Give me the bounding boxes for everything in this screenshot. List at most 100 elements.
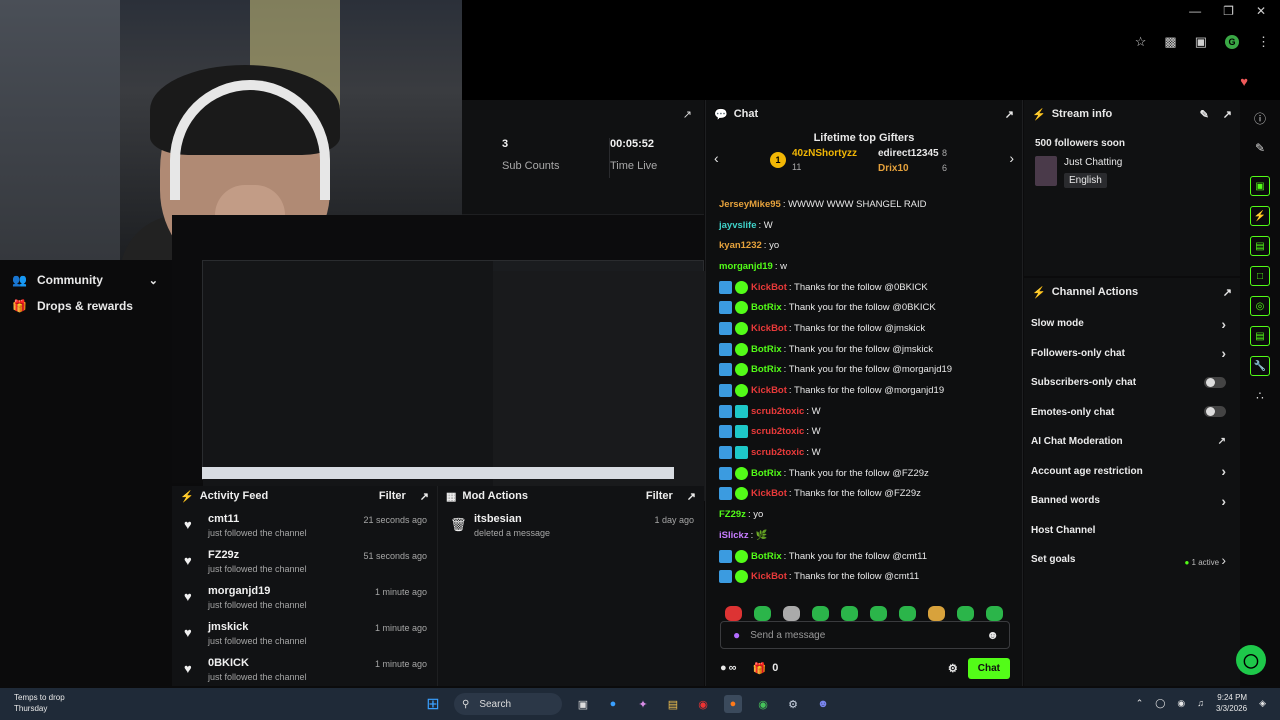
chrome-icon[interactable]: ◉	[754, 695, 772, 713]
extensions-icon[interactable]: ▩	[1164, 34, 1176, 50]
expand-icon[interactable]: ↗	[683, 108, 692, 121]
emote-icon[interactable]	[957, 606, 974, 621]
broadcast-icon[interactable]: ◎	[1250, 296, 1270, 316]
menu-dots-icon[interactable]: ⋮	[1257, 34, 1270, 50]
expand-icon[interactable]: ↗	[1005, 108, 1014, 121]
taskbar-search[interactable]: ⚲ Search	[454, 693, 562, 715]
expand-icon[interactable]: ↗	[687, 490, 696, 503]
channel-action-item[interactable]: Account age restriction ›	[1024, 457, 1240, 487]
chat-username[interactable]: KickBot	[751, 385, 787, 396]
chat-username[interactable]: BotRix	[751, 364, 782, 375]
chat-username[interactable]: morganjd19	[719, 261, 773, 272]
screenshot-icon[interactable]: ▣	[1195, 34, 1207, 50]
document-icon[interactable]: ▤	[1250, 236, 1270, 256]
restore-icon[interactable]: ❐	[1223, 4, 1234, 18]
chat-username[interactable]: KickBot	[751, 488, 787, 499]
gifter-name[interactable]: Drix10	[878, 163, 909, 174]
chat-username[interactable]: BotRix	[751, 302, 782, 313]
chat-username[interactable]: BotRix	[751, 468, 782, 479]
chat-username[interactable]: FZ29z	[719, 509, 746, 520]
windows-start-icon[interactable]: ⊞	[424, 695, 442, 713]
emote-icon[interactable]	[928, 606, 945, 621]
category-name[interactable]: Just Chatting	[1064, 157, 1122, 168]
lightning-icon[interactable]: ⚡	[1250, 206, 1270, 226]
channel-action-item[interactable]: Set goals ● 1 active ›	[1024, 545, 1240, 575]
chevron-right-icon[interactable]: ›	[1009, 150, 1014, 166]
pen-icon[interactable]: ✎	[1250, 138, 1270, 158]
emote-icon[interactable]	[986, 606, 1003, 621]
chat-username[interactable]: JerseyMike95	[719, 199, 781, 210]
expand-icon[interactable]: ↗	[1223, 286, 1232, 299]
channel-action-item[interactable]: Slow mode ›	[1024, 309, 1240, 339]
chat-username[interactable]: iSlickz	[719, 530, 749, 541]
chevron-left-icon[interactable]: ‹	[714, 150, 719, 166]
channel-action-item[interactable]: Host Channel	[1024, 516, 1240, 546]
toggle-switch[interactable]	[1204, 376, 1226, 388]
emote-icon[interactable]	[754, 606, 771, 621]
task-view-icon[interactable]: ▣	[574, 695, 592, 713]
channel-action-item[interactable]: Emotes-only chat	[1024, 398, 1240, 428]
chat-input[interactable]: ● Send a message ☻	[720, 621, 1010, 649]
emote-icon[interactable]	[899, 606, 916, 621]
expand-icon[interactable]: ↗	[1223, 108, 1232, 121]
emote-icon[interactable]	[841, 606, 858, 621]
wrench-icon[interactable]: 🔧	[1250, 356, 1270, 376]
sidebar-item-community[interactable]: 👥 Community ⌄	[0, 267, 172, 293]
channel-action-item[interactable]: Banned words ›	[1024, 486, 1240, 516]
gear-icon[interactable]: ⚙	[948, 662, 958, 675]
gifter-name[interactable]: 40zNShortyzz	[792, 148, 857, 159]
emote-icon[interactable]	[812, 606, 829, 621]
obs-icon[interactable]: ●	[724, 695, 742, 713]
channel-action-item[interactable]: Followers-only chat ›	[1024, 339, 1240, 369]
weather-widget[interactable]: Temps to drop Thursday	[14, 692, 65, 714]
toggle-switch[interactable]	[1204, 406, 1226, 418]
emoji-icon[interactable]: ☻	[986, 628, 999, 642]
chat-username[interactable]: KickBot	[751, 282, 787, 293]
filter-button[interactable]: Filter	[646, 490, 673, 502]
close-icon[interactable]: ✕	[1256, 4, 1266, 18]
profile-avatar[interactable]: G	[1225, 35, 1239, 49]
chat-send-button[interactable]: Chat	[967, 657, 1010, 679]
emote-icon[interactable]	[725, 606, 742, 621]
users-icon[interactable]: ●	[720, 662, 727, 674]
notification-bell-icon[interactable]: ◈	[1259, 698, 1266, 709]
emote-icon[interactable]	[870, 606, 887, 621]
item-name[interactable]: itsbesian	[474, 513, 654, 525]
chat-username[interactable]: KickBot	[751, 571, 787, 582]
notification-icon[interactable]: ♥	[1240, 74, 1248, 89]
layout-icon[interactable]: ▤	[1250, 326, 1270, 346]
file-explorer-icon[interactable]: ▤	[664, 695, 682, 713]
chat-username[interactable]: BotRix	[751, 344, 782, 355]
chat-username[interactable]: BotRix	[751, 551, 782, 562]
edge-icon[interactable]: ●	[604, 695, 622, 713]
chat-username[interactable]: KickBot	[751, 323, 787, 334]
chat-username[interactable]: scrub2toxic	[751, 447, 804, 458]
channel-action-item[interactable]: Subscribers-only chat	[1024, 368, 1240, 398]
clock[interactable]: 9:24 PM 3/3/2026	[1216, 692, 1247, 714]
emote-icon[interactable]	[783, 606, 800, 621]
item-name[interactable]: FZ29z	[208, 549, 363, 561]
gift-icon[interactable]: 🎁	[753, 662, 767, 675]
chevron-up-icon[interactable]: ⌃	[1136, 698, 1144, 709]
apps-icon[interactable]: ∴	[1250, 386, 1270, 406]
steam-icon[interactable]: ⚙	[784, 695, 802, 713]
item-name[interactable]: 0BKICK	[208, 657, 375, 669]
chat-username[interactable]: scrub2toxic	[751, 406, 804, 417]
chat-username[interactable]: scrub2toxic	[751, 426, 804, 437]
copilot-icon[interactable]: ✦	[634, 695, 652, 713]
volume-icon[interactable]: ♫	[1197, 698, 1204, 708]
pencil-icon[interactable]: ✎	[1200, 108, 1209, 121]
chat-username[interactable]: jayvslife	[719, 220, 757, 231]
wifi-icon[interactable]: ◉	[1177, 698, 1185, 709]
item-name[interactable]: cmt11	[208, 513, 363, 525]
item-name[interactable]: jmskick	[208, 621, 375, 633]
gifter-name[interactable]: edirect12345	[878, 148, 939, 159]
network-icon[interactable]: ◯	[1155, 698, 1165, 709]
chat-icon[interactable]: □	[1250, 266, 1270, 286]
scan-icon[interactable]: ▣	[1250, 176, 1270, 196]
chat-username[interactable]: kyan1232	[719, 240, 762, 251]
discord-icon[interactable]: ☻	[814, 695, 832, 713]
item-name[interactable]: morganjd19	[208, 585, 375, 597]
help-bubble-icon[interactable]: ◯	[1236, 645, 1266, 675]
sidebar-item-drops[interactable]: 🎁 Drops & rewards	[0, 293, 172, 319]
